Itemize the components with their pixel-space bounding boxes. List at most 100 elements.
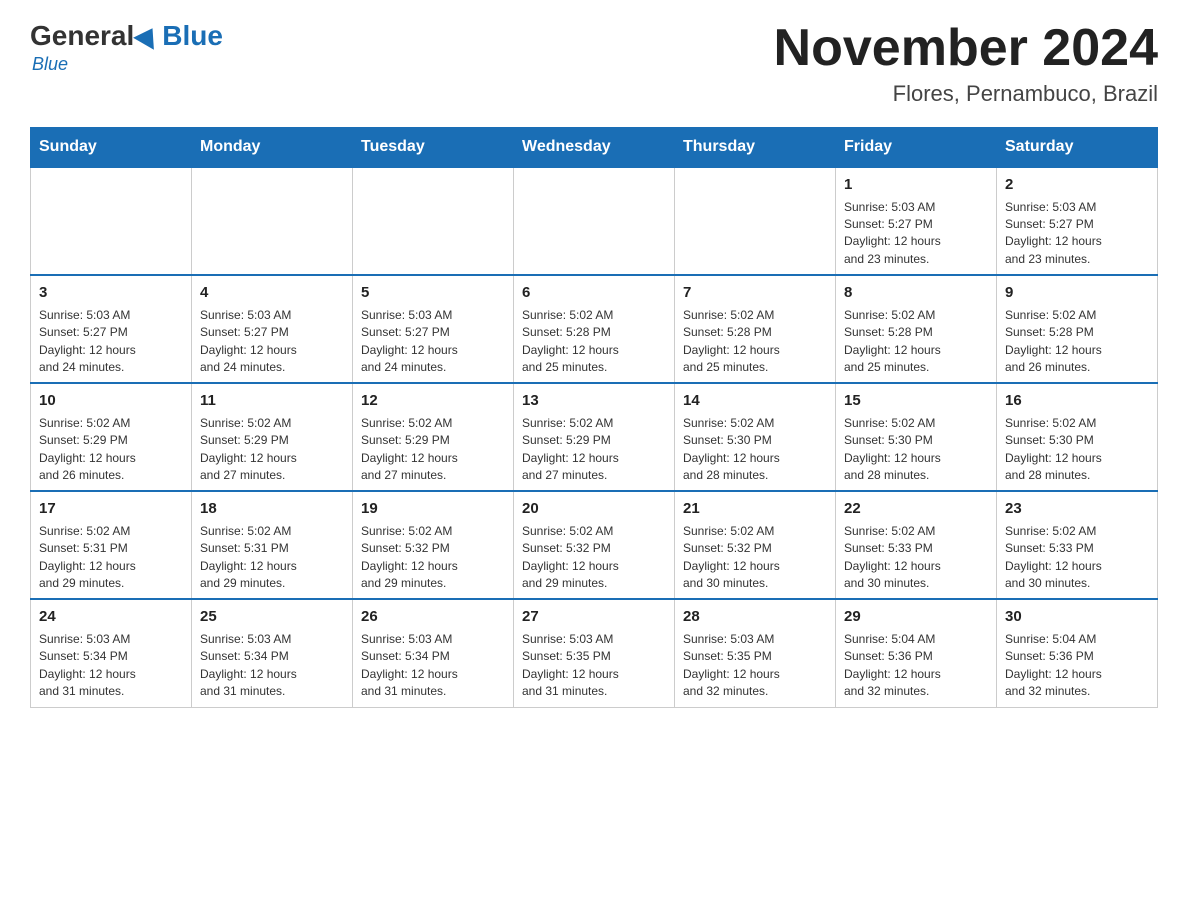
- table-row: 1Sunrise: 5:03 AM Sunset: 5:27 PM Daylig…: [836, 167, 997, 275]
- col-wednesday: Wednesday: [514, 128, 675, 168]
- logo-triangle-icon: [133, 22, 163, 50]
- table-row: 7Sunrise: 5:02 AM Sunset: 5:28 PM Daylig…: [675, 275, 836, 383]
- day-info: Sunrise: 5:03 AM Sunset: 5:27 PM Dayligh…: [1005, 199, 1149, 269]
- table-row: 21Sunrise: 5:02 AM Sunset: 5:32 PM Dayli…: [675, 491, 836, 599]
- calendar-table: Sunday Monday Tuesday Wednesday Thursday…: [30, 127, 1158, 707]
- table-row: 16Sunrise: 5:02 AM Sunset: 5:30 PM Dayli…: [997, 383, 1158, 491]
- table-row: [353, 167, 514, 275]
- title-area: November 2024 Flores, Pernambuco, Brazil: [774, 20, 1158, 107]
- table-row: 18Sunrise: 5:02 AM Sunset: 5:31 PM Dayli…: [192, 491, 353, 599]
- day-number: 24: [39, 606, 183, 629]
- logo-blue-text: Blue: [162, 20, 223, 52]
- day-number: 28: [683, 606, 827, 629]
- calendar-week-row: 24Sunrise: 5:03 AM Sunset: 5:34 PM Dayli…: [31, 599, 1158, 707]
- day-info: Sunrise: 5:03 AM Sunset: 5:34 PM Dayligh…: [39, 631, 183, 701]
- table-row: [192, 167, 353, 275]
- day-number: 10: [39, 390, 183, 413]
- day-info: Sunrise: 5:02 AM Sunset: 5:30 PM Dayligh…: [1005, 415, 1149, 485]
- day-info: Sunrise: 5:03 AM Sunset: 5:35 PM Dayligh…: [522, 631, 666, 701]
- day-number: 18: [200, 498, 344, 521]
- day-number: 13: [522, 390, 666, 413]
- day-number: 30: [1005, 606, 1149, 629]
- day-info: Sunrise: 5:03 AM Sunset: 5:35 PM Dayligh…: [683, 631, 827, 701]
- table-row: 3Sunrise: 5:03 AM Sunset: 5:27 PM Daylig…: [31, 275, 192, 383]
- day-number: 14: [683, 390, 827, 413]
- header: General Blue Blue November 2024 Flores, …: [30, 20, 1158, 107]
- table-row: 17Sunrise: 5:02 AM Sunset: 5:31 PM Dayli…: [31, 491, 192, 599]
- calendar-header-row: Sunday Monday Tuesday Wednesday Thursday…: [31, 128, 1158, 168]
- day-number: 16: [1005, 390, 1149, 413]
- table-row: 23Sunrise: 5:02 AM Sunset: 5:33 PM Dayli…: [997, 491, 1158, 599]
- calendar-week-row: 3 Sunrise: 5:03 AM Sunset: 5:27 PM Daylig…: [31, 275, 1158, 383]
- table-row: 6Sunrise: 5:02 AM Sunset: 5:28 PM Daylig…: [514, 275, 675, 383]
- table-row: 29Sunrise: 5:04 AM Sunset: 5:36 PM Dayli…: [836, 599, 997, 707]
- day-number: 7: [683, 282, 827, 305]
- calendar-title: November 2024: [774, 20, 1158, 77]
- day-info: Sunrise: 5:02 AM Sunset: 5:29 PM Dayligh…: [39, 415, 183, 485]
- table-row: 13Sunrise: 5:02 AM Sunset: 5:29 PM Dayli…: [514, 383, 675, 491]
- day-number: 9: [1005, 282, 1149, 305]
- table-row: 15Sunrise: 5:02 AM Sunset: 5:30 PM Dayli…: [836, 383, 997, 491]
- col-friday: Friday: [836, 128, 997, 168]
- table-row: [31, 167, 192, 275]
- table-row: 10Sunrise: 5:02 AM Sunset: 5:29 PM Dayli…: [31, 383, 192, 491]
- day-number: 3: [39, 282, 183, 305]
- table-row: 5Sunrise: 5:03 AM Sunset: 5:27 PM Daylig…: [353, 275, 514, 383]
- table-row: [675, 167, 836, 275]
- table-row: 12Sunrise: 5:02 AM Sunset: 5:29 PM Dayli…: [353, 383, 514, 491]
- day-info: Sunrise: 5:02 AM Sunset: 5:33 PM Dayligh…: [1005, 523, 1149, 593]
- day-number: 4: [200, 282, 344, 305]
- table-row: 26Sunrise: 5:03 AM Sunset: 5:34 PM Dayli…: [353, 599, 514, 707]
- day-number: 15: [844, 390, 988, 413]
- logo: General Blue: [30, 20, 223, 52]
- day-info: Sunrise: 5:02 AM Sunset: 5:28 PM Dayligh…: [683, 307, 827, 377]
- day-info: Sunrise: 5:02 AM Sunset: 5:28 PM Dayligh…: [522, 307, 666, 377]
- day-info: Sunrise: 5:02 AM Sunset: 5:32 PM Dayligh…: [361, 523, 505, 593]
- day-info: Sunrise: 5:03 AM Sunset: 5:27 PM Dayligh…: [361, 307, 505, 377]
- calendar-week-row: 10Sunrise: 5:02 AM Sunset: 5:29 PM Dayli…: [31, 383, 1158, 491]
- table-row: 24Sunrise: 5:03 AM Sunset: 5:34 PM Dayli…: [31, 599, 192, 707]
- table-row: [514, 167, 675, 275]
- day-number: 26: [361, 606, 505, 629]
- day-number: 2: [1005, 174, 1149, 197]
- table-row: 8Sunrise: 5:02 AM Sunset: 5:28 PM Daylig…: [836, 275, 997, 383]
- day-number: 25: [200, 606, 344, 629]
- table-row: 4Sunrise: 5:03 AM Sunset: 5:27 PM Daylig…: [192, 275, 353, 383]
- day-number: 12: [361, 390, 505, 413]
- table-row: 28Sunrise: 5:03 AM Sunset: 5:35 PM Dayli…: [675, 599, 836, 707]
- table-row: 27Sunrise: 5:03 AM Sunset: 5:35 PM Dayli…: [514, 599, 675, 707]
- day-number: 23: [1005, 498, 1149, 521]
- table-row: 11Sunrise: 5:02 AM Sunset: 5:29 PM Dayli…: [192, 383, 353, 491]
- day-info: Sunrise: 5:02 AM Sunset: 5:28 PM Dayligh…: [844, 307, 988, 377]
- day-info: Sunrise: 5:02 AM Sunset: 5:30 PM Dayligh…: [844, 415, 988, 485]
- col-tuesday: Tuesday: [353, 128, 514, 168]
- day-info: Sunrise: 5:02 AM Sunset: 5:29 PM Dayligh…: [200, 415, 344, 485]
- col-thursday: Thursday: [675, 128, 836, 168]
- table-row: 19Sunrise: 5:02 AM Sunset: 5:32 PM Dayli…: [353, 491, 514, 599]
- logo-area: General Blue Blue: [30, 20, 223, 75]
- day-info: Sunrise: 5:03 AM Sunset: 5:34 PM Dayligh…: [361, 631, 505, 701]
- day-number: 29: [844, 606, 988, 629]
- table-row: 30Sunrise: 5:04 AM Sunset: 5:36 PM Dayli…: [997, 599, 1158, 707]
- day-info: Sunrise: 5:02 AM Sunset: 5:30 PM Dayligh…: [683, 415, 827, 485]
- day-info: Sunrise: 5:04 AM Sunset: 5:36 PM Dayligh…: [1005, 631, 1149, 701]
- day-number: 21: [683, 498, 827, 521]
- day-number: 8: [844, 282, 988, 305]
- day-info: Sunrise: 5:02 AM Sunset: 5:29 PM Dayligh…: [522, 415, 666, 485]
- calendar-week-row: 1Sunrise: 5:03 AM Sunset: 5:27 PM Daylig…: [31, 167, 1158, 275]
- day-info: Sunrise: 5:04 AM Sunset: 5:36 PM Dayligh…: [844, 631, 988, 701]
- col-monday: Monday: [192, 128, 353, 168]
- day-info: Sunrise: 5:02 AM Sunset: 5:28 PM Dayligh…: [1005, 307, 1149, 377]
- day-number: 11: [200, 390, 344, 413]
- day-info: Sunrise: 5:02 AM Sunset: 5:32 PM Dayligh…: [522, 523, 666, 593]
- day-number: 19: [361, 498, 505, 521]
- day-info: Sunrise: 5:03 AM Sunset: 5:27 PM Dayligh…: [844, 199, 988, 269]
- day-info: Sunrise: 5:02 AM Sunset: 5:31 PM Dayligh…: [200, 523, 344, 593]
- table-row: 14Sunrise: 5:02 AM Sunset: 5:30 PM Dayli…: [675, 383, 836, 491]
- day-info: Sunrise: 5:02 AM Sunset: 5:32 PM Dayligh…: [683, 523, 827, 593]
- table-row: 2Sunrise: 5:03 AM Sunset: 5:27 PM Daylig…: [997, 167, 1158, 275]
- logo-general-text: General: [30, 20, 134, 52]
- table-row: 25Sunrise: 5:03 AM Sunset: 5:34 PM Dayli…: [192, 599, 353, 707]
- table-row: 20Sunrise: 5:02 AM Sunset: 5:32 PM Dayli…: [514, 491, 675, 599]
- day-number: 27: [522, 606, 666, 629]
